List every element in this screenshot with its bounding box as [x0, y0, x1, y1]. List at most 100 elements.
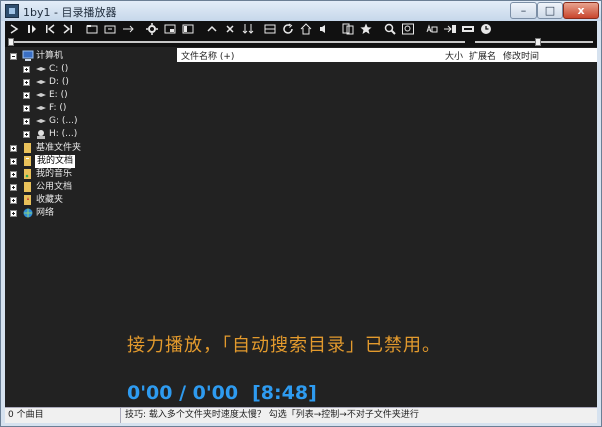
tree-item-drive-c[interactable]: C: () — [23, 63, 163, 76]
toolbar — [5, 21, 597, 37]
main-panel: 计算机 C: () D: () E: () F: () G: (...) H: … — [5, 47, 597, 407]
tree-item-drive-f[interactable]: F: () — [23, 102, 163, 115]
list-view-icon[interactable] — [263, 22, 277, 36]
close-window-button[interactable]: x — [563, 2, 599, 19]
tree-label-folder: 网络 — [36, 208, 55, 218]
expand-icon[interactable] — [23, 105, 30, 112]
window-title: 1by1 - 目录播放器 — [23, 6, 117, 19]
status-message: 接力播放，「自动搜索目录」已禁用。 — [127, 335, 441, 356]
tree-item-drive-g[interactable]: G: (...) — [23, 115, 163, 128]
expand-icon[interactable] — [10, 210, 17, 217]
window-icon[interactable] — [163, 22, 177, 36]
drive-icon — [35, 89, 47, 101]
tree-label-drive: D: () — [49, 77, 69, 87]
drive-icon — [35, 63, 47, 75]
expand-icon[interactable] — [10, 184, 17, 191]
file-list-header-right: 大小 扩展名 修改时间 — [413, 48, 597, 62]
expand-icon[interactable] — [23, 66, 30, 73]
play-icon[interactable] — [7, 22, 21, 36]
app-logo-icon[interactable] — [5, 4, 19, 18]
tree-label-drive: E: () — [49, 90, 68, 100]
clock-icon[interactable] — [479, 22, 493, 36]
tree-label-drive: C: () — [49, 64, 69, 74]
find-icon[interactable] — [401, 22, 415, 36]
tree-label-folder: 公用文档 — [36, 182, 73, 192]
tree-item-public-documents[interactable]: 公用文档 — [10, 181, 170, 194]
tree-item-favorites[interactable]: 收藏夹 — [10, 194, 170, 207]
cd-drive-icon — [35, 128, 47, 140]
tip-text: 技巧: 载入多个文件夹时速度太慢？ 勾选「列表→控制→不对子文件夹进行 — [125, 410, 419, 420]
documents-folder-icon — [22, 155, 34, 167]
total-time: [8:48] — [252, 382, 317, 404]
volume-thumb[interactable] — [535, 38, 541, 46]
speaker-icon[interactable] — [317, 22, 331, 36]
expand-icon[interactable] — [10, 145, 17, 152]
gear-icon[interactable] — [145, 22, 159, 36]
tree-item-my-documents[interactable]: 我的文档 — [10, 155, 170, 168]
expand-icon[interactable] — [10, 158, 17, 165]
tree-item-my-music[interactable]: 我的音乐 — [10, 168, 170, 181]
minimize-button[interactable]: – — [510, 2, 537, 19]
folder-icon — [22, 181, 34, 193]
drive-icon — [35, 102, 47, 114]
open-folder-icon[interactable] — [85, 22, 99, 36]
new-folder-icon[interactable] — [103, 22, 117, 36]
refresh-icon[interactable] — [281, 22, 295, 36]
column-extension[interactable]: 扩展名 — [469, 49, 496, 62]
tree-label-computer: 计算机 — [36, 51, 64, 61]
slider-bar — [5, 37, 597, 47]
collapse-icon[interactable] — [10, 53, 17, 60]
seek-track[interactable] — [11, 41, 465, 43]
track-count: 0 个曲目 — [5, 408, 121, 423]
star-icon[interactable] — [359, 22, 373, 36]
arrow-into-icon[interactable] — [443, 22, 457, 36]
elapsed-time: 0'00 / 0'00 — [127, 382, 239, 404]
column-modified[interactable]: 修改时间 — [503, 49, 539, 62]
status-bar: 0 个曲目 技巧: 载入多个文件夹时速度太慢？ 勾选「列表→控制→不对子文件夹进… — [5, 407, 597, 423]
tree-item-computer[interactable]: 计算机 — [10, 50, 170, 63]
seek-thumb[interactable] — [8, 38, 14, 46]
ab-repeat-icon[interactable] — [425, 22, 439, 36]
tree-item-drive-e[interactable]: E: () — [23, 89, 163, 102]
network-icon — [22, 207, 34, 219]
app-window: 1by1 - 目录播放器 – □ x 计算机 C: () D: () E: ()… — [0, 0, 602, 427]
close-icon[interactable] — [223, 22, 237, 36]
tree-item-drive-h[interactable]: H: (...) — [23, 128, 163, 141]
time-display: 0'00 / 0'00 [8:48] — [127, 382, 317, 404]
title-bar[interactable]: 1by1 - 目录播放器 – □ x — [1, 1, 601, 21]
expand-icon[interactable] — [10, 197, 17, 204]
expand-icon[interactable] — [23, 131, 30, 138]
expand-icon[interactable] — [10, 171, 17, 178]
home-icon[interactable] — [299, 22, 313, 36]
copy-icon[interactable] — [341, 22, 355, 36]
next-icon[interactable] — [61, 22, 75, 36]
tree-label-folder: 我的音乐 — [36, 169, 73, 179]
expand-icon[interactable] — [23, 118, 30, 125]
tree-label-drive: H: (...) — [49, 129, 78, 139]
volume-track[interactable] — [475, 41, 593, 43]
up-icon[interactable] — [205, 22, 219, 36]
column-filename[interactable]: 文件名称 (+) — [181, 49, 234, 62]
sort-icon[interactable] — [241, 22, 255, 36]
tree-label-folder: 基准文件夹 — [36, 143, 82, 153]
panel-icon[interactable] — [181, 22, 195, 36]
column-size[interactable]: 大小 — [445, 49, 463, 62]
music-folder-icon — [22, 168, 34, 180]
bitrate-icon[interactable] — [461, 22, 475, 36]
arrow-right-icon[interactable] — [121, 22, 135, 36]
search-icon[interactable] — [383, 22, 397, 36]
tree-label-drive: F: () — [49, 103, 67, 113]
pause-icon[interactable] — [25, 22, 39, 36]
tree-item-base-folder[interactable]: 基准文件夹 — [10, 142, 170, 155]
expand-icon[interactable] — [23, 79, 30, 86]
previous-icon[interactable] — [43, 22, 57, 36]
tree-item-drive-d[interactable]: D: () — [23, 76, 163, 89]
folder-icon — [22, 142, 34, 154]
file-list-header: 文件名称 (+) — [177, 48, 413, 62]
favorites-folder-icon — [22, 194, 34, 206]
maximize-button[interactable]: □ — [537, 2, 563, 19]
drive-icon — [35, 76, 47, 88]
expand-icon[interactable] — [23, 92, 30, 99]
tree-label-folder: 收藏夹 — [36, 195, 64, 205]
tree-item-network[interactable]: 网络 — [10, 207, 170, 220]
